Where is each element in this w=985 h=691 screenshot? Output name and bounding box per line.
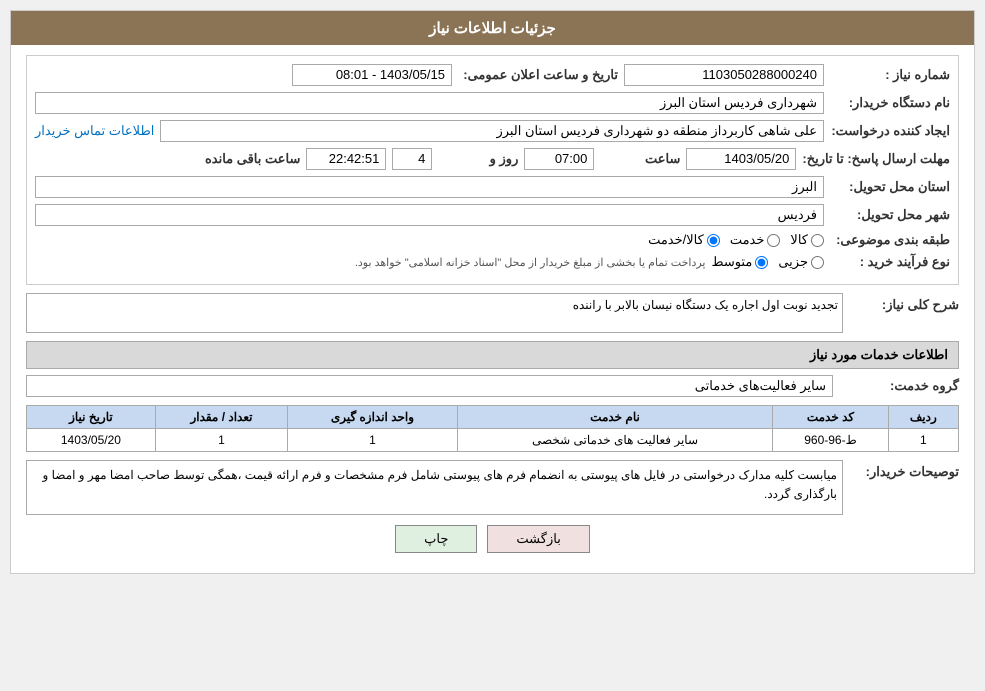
buyer-notes-row: توصیحات خریدار: میابست کلیه مدارک درخواس… (26, 460, 959, 515)
row-province: استان محل تحویل: البرز (35, 176, 950, 198)
contact-link[interactable]: اطلاعات تماس خریدار (35, 123, 154, 139)
radio-jozi[interactable] (811, 256, 824, 269)
need-number-value: 1103050288000240 (624, 64, 824, 86)
main-container: جزئیات اطلاعات نیاز شماره نیاز : 1103050… (10, 10, 975, 574)
radio-item-kala-khedmat: کالا/خدمت (648, 232, 720, 248)
need-desc-row: شرح کلی نیاز: تجدید نوبت اول اجاره یک دس… (26, 293, 959, 333)
announcement-date-label: تاریخ و ساعت اعلان عمومی: (458, 67, 618, 83)
table-header-row: ردیف کد خدمت نام خدمت واحد اندازه گیری ت… (27, 406, 959, 429)
purchase-radio-group: جزیی متوسط (711, 254, 824, 270)
category-label: طبقه بندی موضوعی: (830, 232, 950, 248)
row-category: طبقه بندی موضوعی: کالا خدمت کالا/خدمت (35, 232, 950, 248)
row-service-group: گروه خدمت: سایر فعالیت‌های خدماتی (26, 375, 959, 397)
buyer-org-value: شهرداری فردیس استان البرز (35, 92, 824, 114)
back-button[interactable]: بازگشت (487, 525, 589, 553)
table-cell-3: 1 (288, 429, 458, 452)
table-row: 1ط-96-960سایر فعالیت های خدماتی شخصی1114… (27, 429, 959, 452)
radio-khedmat[interactable] (767, 234, 780, 247)
deadline-date: 1403/05/20 (686, 148, 796, 170)
radio-jozi-label: جزیی (778, 254, 808, 270)
radio-kala[interactable] (811, 234, 824, 247)
col-header-name: نام خدمت (457, 406, 772, 429)
radio-kala-label: کالا (790, 232, 808, 248)
print-button[interactable]: چاپ (395, 525, 477, 553)
province-value: البرز (35, 176, 824, 198)
radio-item-khedmat: خدمت (730, 232, 781, 248)
service-group-value: سایر فعالیت‌های خدماتی (26, 375, 833, 397)
radio-item-mutavasset: متوسط (711, 254, 768, 270)
row-deadline: مهلت ارسال پاسخ: تا تاریخ: 1403/05/20 سا… (35, 148, 950, 170)
city-value: فردیس (35, 204, 824, 226)
need-desc-value: تجدید نوبت اول اجاره یک دستگاه نیسان بال… (26, 293, 843, 333)
radio-mutavasset-label: متوسط (711, 254, 752, 270)
row-creator: ایجاد کننده درخواست: علی شاهی کاربرداز م… (35, 120, 950, 142)
radio-mutavasset[interactable] (755, 256, 768, 269)
buyer-notes-label: توصیحات خریدار: (849, 460, 959, 480)
radio-item-jozi: جزیی (778, 254, 824, 270)
row-city: شهر محل تحویل: فردیس (35, 204, 950, 226)
table-cell-5: 1403/05/20 (27, 429, 156, 452)
page-title: جزئیات اطلاعات نیاز (11, 11, 974, 45)
radio-kala-khedmat-label: کالا/خدمت (648, 232, 704, 248)
radio-khedmat-label: خدمت (730, 232, 765, 248)
col-header-qty: تعداد / مقدار (155, 406, 287, 429)
services-section-title: اطلاعات خدمات مورد نیاز (26, 341, 959, 369)
deadline-time: 07:00 (524, 148, 594, 170)
buyer-org-label: نام دستگاه خریدار: (830, 95, 950, 111)
row-need-number: شماره نیاز : 1103050288000240 تاریخ و سا… (35, 64, 950, 86)
services-table: ردیف کد خدمت نام خدمت واحد اندازه گیری ت… (26, 405, 959, 452)
radio-item-kala: کالا (790, 232, 824, 248)
announcement-date-value: 1403/05/15 - 08:01 (292, 64, 452, 86)
col-header-unit: واحد اندازه گیری (288, 406, 458, 429)
purchase-note: پرداخت تمام یا بخشی از مبلغ خریدار از مح… (355, 256, 706, 269)
province-label: استان محل تحویل: (830, 179, 950, 195)
need-desc-label: شرح کلی نیاز: (849, 293, 959, 313)
row-purchase-type: نوع فرآیند خرید : جزیی متوسط پرداخت تمام… (35, 254, 950, 270)
table-cell-4: 1 (155, 429, 287, 452)
need-number-label: شماره نیاز : (830, 67, 950, 83)
remaining-time: 22:42:51 (306, 148, 386, 170)
city-label: شهر محل تحویل: (830, 207, 950, 223)
deadline-time-label: ساعت (600, 151, 680, 167)
table-cell-2: سایر فعالیت های خدماتی شخصی (457, 429, 772, 452)
buyer-notes-value: میابست کلیه مدارک درخواستی در فایل های پ… (26, 460, 843, 515)
table-cell-0: 1 (888, 429, 958, 452)
row-buyer-org: نام دستگاه خریدار: شهرداری فردیس استان ا… (35, 92, 950, 114)
category-radio-group: کالا خدمت کالا/خدمت (648, 232, 824, 248)
info-section: شماره نیاز : 1103050288000240 تاریخ و سا… (26, 55, 959, 285)
days-value: 4 (392, 148, 432, 170)
radio-kala-khedmat[interactable] (707, 234, 720, 247)
days-label: روز و (438, 151, 518, 167)
purchase-type-label: نوع فرآیند خرید : (830, 254, 950, 270)
remaining-label: ساعت باقی مانده (180, 151, 300, 167)
creator-value: علی شاهی کاربرداز منطقه دو شهرداری فردیس… (160, 120, 824, 142)
col-header-date: تاریخ نیاز (27, 406, 156, 429)
deadline-label: مهلت ارسال پاسخ: تا تاریخ: (802, 151, 950, 167)
table-cell-1: ط-96-960 (773, 429, 888, 452)
button-row: بازگشت چاپ (26, 525, 959, 563)
creator-label: ایجاد کننده درخواست: (830, 123, 950, 139)
service-group-label: گروه خدمت: (839, 378, 959, 394)
col-header-code: کد خدمت (773, 406, 888, 429)
col-header-row: ردیف (888, 406, 958, 429)
